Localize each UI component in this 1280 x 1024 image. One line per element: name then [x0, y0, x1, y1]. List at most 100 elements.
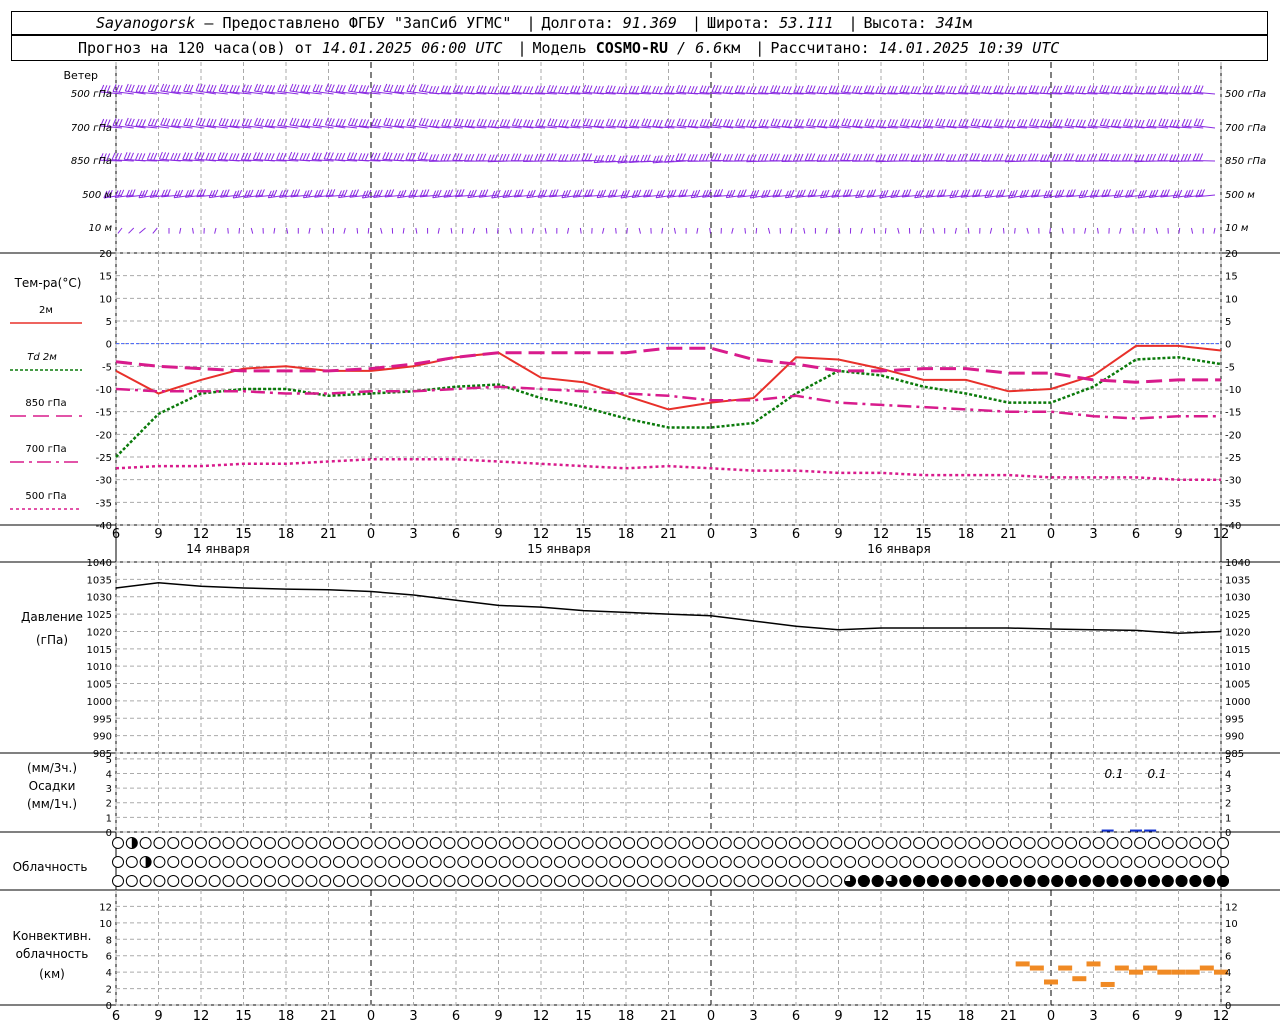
wind-barb-flag [441, 118, 446, 127]
pres-ytick-right: 1040 [1225, 558, 1250, 569]
wind-barb-4 [838, 227, 841, 234]
wind-barb-flag [176, 153, 181, 161]
wind-barb-flag [534, 85, 539, 93]
wind-barb-4 [367, 227, 370, 234]
time-tick: 21 [320, 527, 337, 542]
cloud-symbol [153, 875, 166, 887]
temp-ytick-right: 0 [1225, 340, 1231, 351]
pres-ytick-right: 990 [1225, 732, 1244, 743]
cloud-symbol-fill [1189, 875, 1202, 887]
time-tick: 15 [235, 1009, 252, 1024]
cloud-symbol [1009, 856, 1022, 868]
wind-barb-flag [945, 85, 950, 94]
wind-barb-flag [867, 85, 872, 93]
wind-barb-flag [362, 119, 366, 127]
wind-barb-flag [1054, 153, 1059, 162]
wind-barb-flag [174, 84, 179, 93]
wind-barb-flag [1157, 153, 1162, 161]
wind-barb-flag [435, 119, 440, 128]
wind-barb-flag [312, 84, 317, 92]
time-tick: 12 [193, 1009, 210, 1024]
cloud-symbol [1120, 837, 1133, 849]
wind-barb-flag [828, 85, 833, 93]
wind-barb-flag [887, 118, 892, 127]
precip-ytick-left: 3 [106, 784, 112, 795]
wind-barb-flag [541, 85, 546, 94]
cloud-symbol [181, 875, 194, 887]
wind-barb-flag [635, 119, 640, 127]
wind-barb-4 [860, 227, 863, 234]
cloud-symbol [567, 856, 580, 868]
wind-barb-flag [154, 119, 158, 127]
wind-barb-flag [1000, 119, 1004, 127]
wind-barb-flag [206, 118, 211, 126]
wind-barb-flag [652, 86, 656, 94]
wind-barb-flag [1078, 119, 1083, 127]
wind-barb-flag [725, 154, 730, 162]
wind-barb-flag [675, 153, 680, 161]
wind-barb-flag [1105, 153, 1110, 161]
wind-barb-flag [905, 153, 910, 161]
wind-barb-flag [996, 85, 1001, 93]
wind-barb-flag [1117, 119, 1122, 127]
wind-barb-flag [735, 118, 740, 126]
wind-barb-flag [467, 85, 472, 94]
cloud-symbol [194, 856, 207, 868]
wind-barb-flag [1029, 118, 1033, 126]
wind-barb-4 [919, 227, 922, 234]
cloud-symbol [926, 837, 939, 849]
wind-barb-flag [757, 85, 762, 93]
cloud-symbol [885, 856, 898, 868]
wind-barb-flag [1081, 86, 1086, 94]
wind-barb-flag [447, 119, 452, 127]
wind-barb-flag [1161, 118, 1166, 127]
pres-ytick-left: 1000 [87, 697, 112, 708]
wind-barb-flag [405, 152, 410, 160]
cloud-symbol [236, 837, 249, 849]
wind-barb-flag [620, 86, 624, 94]
wind-barb-flag [812, 119, 817, 127]
pres-ytick-left: 995 [93, 714, 112, 725]
cloud-symbol [664, 856, 677, 868]
cloud-symbol [802, 875, 815, 887]
cloud-symbol [913, 837, 926, 849]
precip-ytick-right: 4 [1225, 769, 1231, 780]
wind-barb-flag [447, 85, 452, 94]
wind-barb-flag [185, 152, 190, 160]
wind-barb-flag [228, 153, 233, 161]
wind-barb-flag [417, 151, 422, 160]
wind-barb-4 [615, 227, 617, 234]
cloud-symbol [664, 837, 677, 849]
conv-ytick-left: 2 [106, 985, 112, 996]
wind-barb-flag [1125, 85, 1130, 93]
wind-barb-flag [831, 153, 836, 162]
wind-barb-flag [831, 85, 836, 93]
wind-barb-flag [832, 119, 837, 127]
cloud-symbol [167, 837, 180, 849]
wind-barb-flag [475, 153, 480, 161]
conv-cloud-mark [1143, 965, 1158, 971]
cloud-symbol-fill [1106, 875, 1119, 887]
wind-barb-flag [386, 118, 391, 126]
cloud-symbol [540, 875, 553, 887]
wind-barb-flag [1145, 85, 1150, 93]
cloud-symbol [830, 875, 843, 887]
cloud-symbol [747, 837, 760, 849]
conv-cloud-mark [1199, 965, 1214, 971]
cloud-symbol [153, 837, 166, 849]
cloud-symbol [277, 856, 290, 868]
cloud-symbol [319, 837, 332, 849]
wind-barb-flag [494, 154, 498, 162]
wind-barb-flag [1051, 153, 1056, 162]
wind-barb-flag [502, 119, 507, 127]
wind-barb-flag [855, 119, 860, 127]
wind-barb-flag [561, 86, 566, 94]
wind-barb-flag [893, 86, 898, 94]
cloud-symbol [1051, 856, 1064, 868]
wind-barb-flag [652, 155, 657, 164]
wind-barb-flag [195, 83, 200, 91]
wind-barb-flag [952, 154, 957, 162]
wind-barb-flag [264, 153, 269, 161]
temp-ytick-left: 0 [106, 340, 112, 351]
wind-barb-flag [875, 119, 880, 127]
